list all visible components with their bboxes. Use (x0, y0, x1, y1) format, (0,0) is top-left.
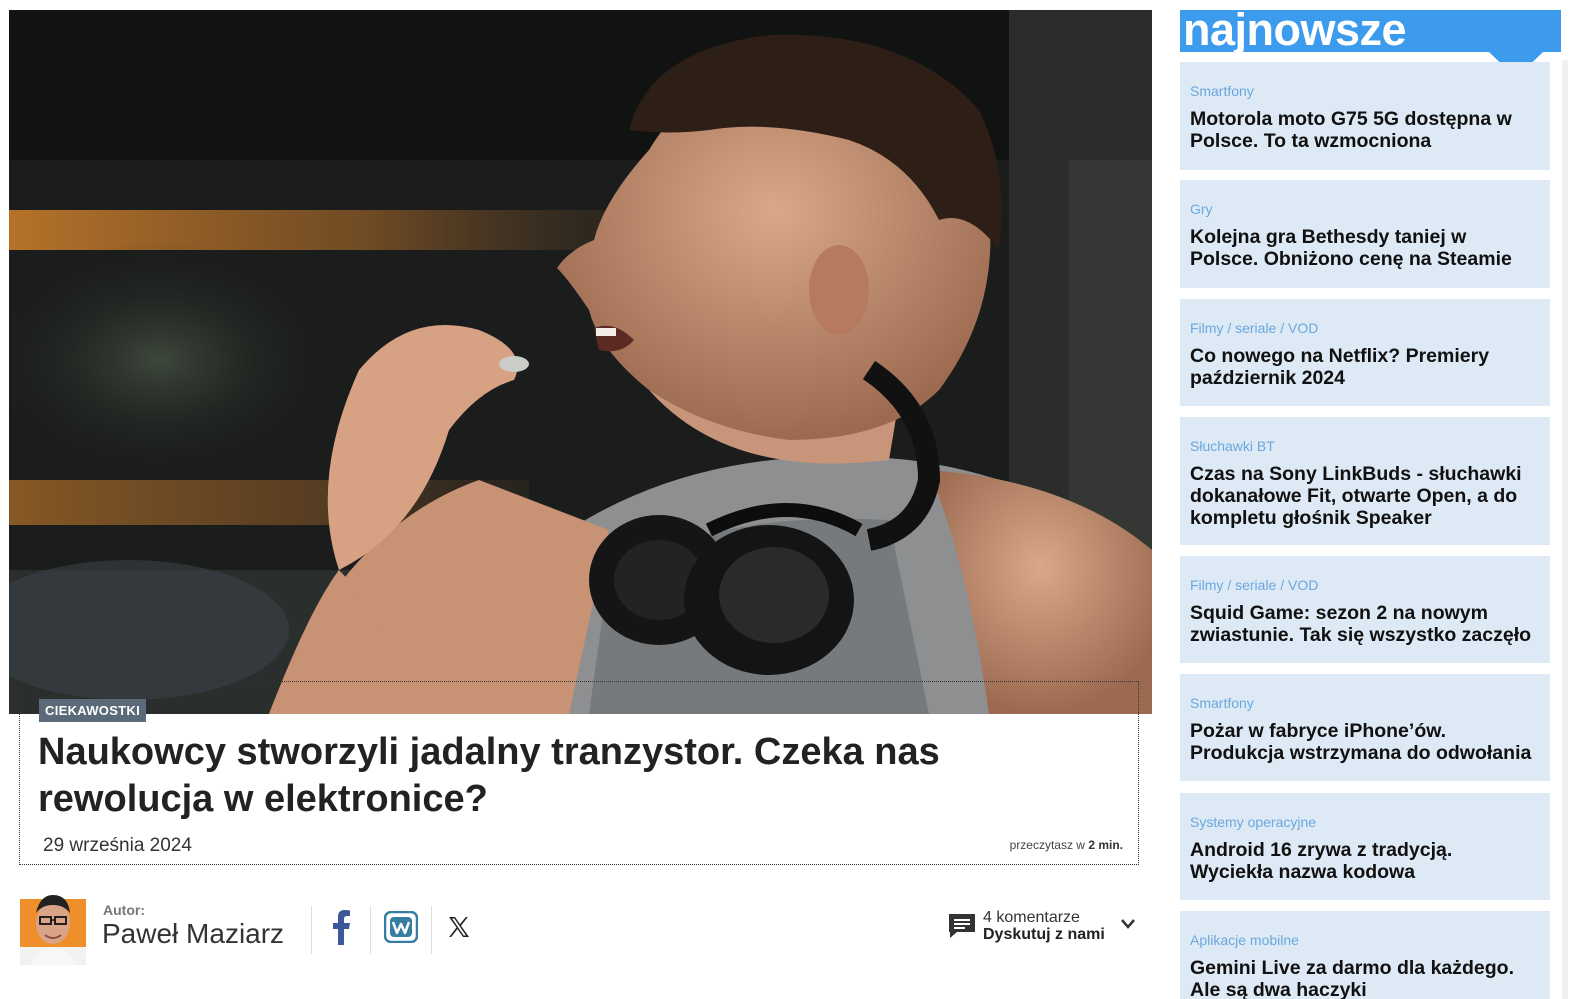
news-category[interactable]: Słuchawki BT (1190, 438, 1540, 454)
share-divider (431, 906, 432, 954)
news-title[interactable]: Squid Game: sezon 2 na nowym zwiastunie.… (1190, 602, 1540, 646)
read-time-value: 2 min. (1088, 838, 1123, 852)
chevron-down-icon[interactable] (1120, 918, 1136, 930)
list-item[interactable]: Filmy / seriale / VOD Co nowego na Netfl… (1180, 299, 1550, 406)
author-label: Autor: (103, 902, 145, 918)
x-icon (449, 917, 469, 937)
list-item[interactable]: Aplikacje mobilne Gemini Live za darmo d… (1180, 911, 1550, 999)
avatar-image (20, 895, 86, 965)
news-title[interactable]: Co nowego na Netflix? Premiery październ… (1190, 345, 1540, 389)
sidebar-header: najnowsze (1180, 4, 1561, 78)
wykop-icon (384, 911, 418, 943)
comment-icon (949, 914, 975, 938)
news-category[interactable]: Smartfony (1190, 83, 1540, 99)
hero-photo (9, 10, 1152, 714)
news-title[interactable]: Gemini Live za darmo dla każdego. Ale są… (1190, 957, 1540, 999)
hero-image[interactable] (9, 10, 1152, 714)
author-name[interactable]: Paweł Maziarz (102, 918, 284, 950)
facebook-icon (333, 910, 350, 945)
article-date: 29 września 2024 (43, 835, 192, 856)
list-item[interactable]: Smartfony Motorola moto G75 5G dostępna … (1180, 62, 1550, 170)
list-item[interactable]: Gry Kolejna gra Bethesdy taniej w Polsce… (1180, 180, 1550, 288)
share-divider (311, 906, 312, 954)
discuss-link[interactable]: Dyskutuj z nami (983, 926, 1105, 944)
read-time: przeczytasz w 2 min. (1010, 838, 1123, 852)
sidebar-scrollbar[interactable] (1562, 60, 1568, 999)
share-divider (370, 906, 371, 954)
news-title[interactable]: Android 16 zrywa z tradycją. Wyciekła na… (1190, 839, 1540, 883)
x-share-button[interactable] (434, 905, 484, 949)
news-title[interactable]: Pożar w fabryce iPhone’ów. Produkcja wst… (1190, 720, 1540, 764)
news-title[interactable]: Kolejna gra Bethesdy taniej w Polsce. Ob… (1190, 226, 1540, 270)
news-category[interactable]: Filmy / seriale / VOD (1190, 577, 1540, 593)
news-category[interactable]: Smartfony (1190, 695, 1540, 711)
news-title[interactable]: Motorola moto G75 5G dostępna w Polsce. … (1190, 108, 1540, 152)
news-category[interactable]: Filmy / seriale / VOD (1190, 320, 1540, 336)
news-title[interactable]: Czas na Sony LinkBuds - słuchawki dokana… (1190, 463, 1540, 529)
list-item[interactable]: Słuchawki BT Czas na Sony LinkBuds - słu… (1180, 417, 1550, 545)
comments-button[interactable]: 4 komentarze Dyskutuj z nami (946, 908, 1146, 948)
facebook-share-button[interactable] (316, 905, 366, 949)
news-category[interactable]: Aplikacje mobilne (1190, 932, 1540, 948)
category-badge[interactable]: CIEKAWOSTKI (39, 699, 147, 722)
sidebar-title: najnowsze (1183, 4, 1407, 55)
list-item[interactable]: Smartfony Pożar w fabryce iPhone’ów. Pro… (1180, 674, 1550, 781)
list-item[interactable]: Filmy / seriale / VOD Squid Game: sezon … (1180, 556, 1550, 663)
comment-count: 4 komentarze (983, 909, 1080, 926)
author-avatar[interactable] (20, 887, 86, 965)
news-category[interactable]: Gry (1190, 201, 1540, 217)
news-category[interactable]: Systemy operacyjne (1190, 814, 1540, 830)
article-title: Naukowcy stworzyli jadalny tranzystor. C… (38, 731, 940, 820)
wykop-share-button[interactable] (376, 905, 426, 949)
list-item[interactable]: Systemy operacyjne Android 16 zrywa z tr… (1180, 793, 1550, 900)
read-time-prefix: przeczytasz w (1009, 838, 1085, 852)
